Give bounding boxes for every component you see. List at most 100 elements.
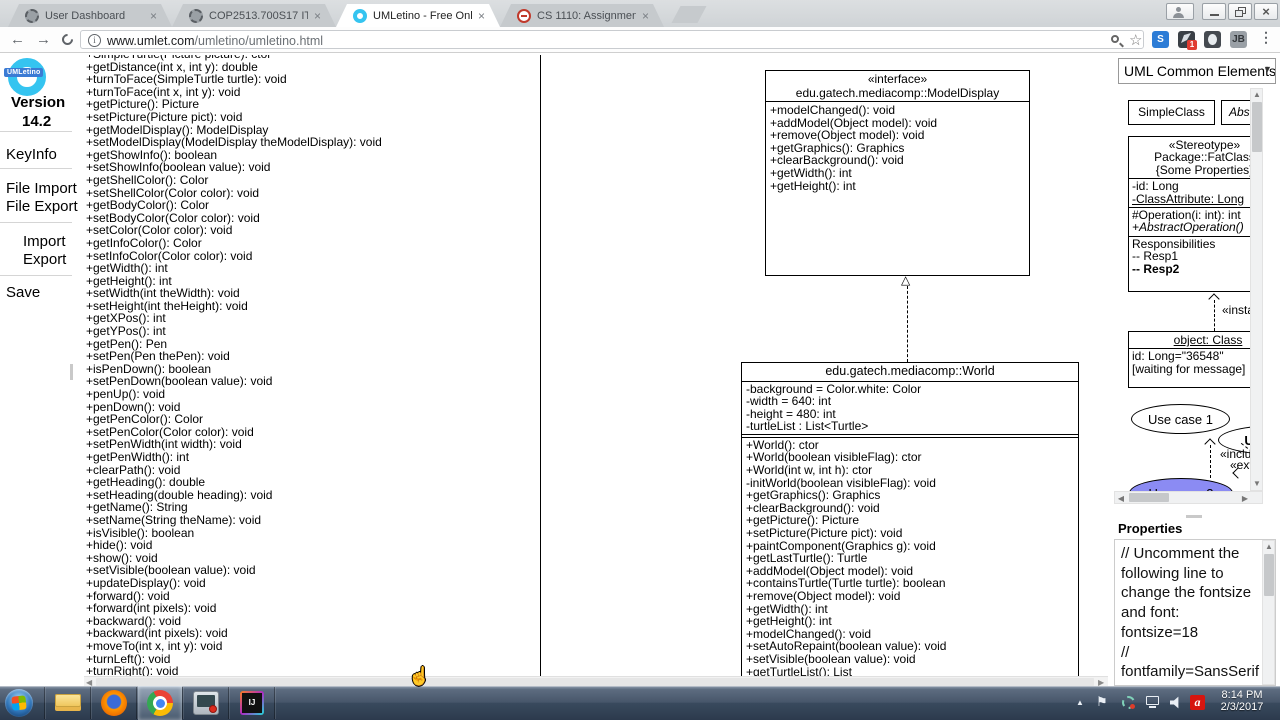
panel-splitter-handle[interactable] xyxy=(1186,515,1202,518)
taskbar-explorer[interactable] xyxy=(46,686,90,720)
sidebar-splitter-handle[interactable] xyxy=(70,364,73,380)
url-domain: www.umlet.com xyxy=(107,34,195,48)
profile-button[interactable] xyxy=(1166,3,1194,20)
tab-user-dashboard[interactable]: User Dashboard × xyxy=(8,4,172,27)
sidebar-item-file-import[interactable]: File Import xyxy=(6,180,77,197)
minimize-button[interactable] xyxy=(1202,3,1226,20)
palette-vscroll-thumb[interactable] xyxy=(1252,102,1262,152)
interface-stereotype: «interface» xyxy=(867,72,928,86)
tab-close-icon[interactable]: × xyxy=(642,11,649,21)
sidebar-item-keyinfo[interactable]: KeyInfo xyxy=(6,146,57,163)
extension-oval-icon[interactable] xyxy=(1204,31,1221,48)
diagram-canvas[interactable]: +SimpleTurtle(Picture picture): ctor+get… xyxy=(84,55,1108,676)
fatclass-resp2: -- Resp2 xyxy=(1132,261,1180,276)
taskbar-firefox[interactable] xyxy=(92,686,136,720)
palette-canvas[interactable]: SimpleClass AbstractClass «Stereotype» P… xyxy=(1114,88,1263,504)
palette-hscrollbar[interactable]: ◀ ▶ xyxy=(1114,491,1263,504)
tray-clock[interactable]: 8:14 PM 2/3/2017 xyxy=(1210,689,1274,713)
world-class-box[interactable]: edu.gatech.mediacomp::World -background … xyxy=(741,362,1079,676)
scroll-up-icon[interactable]: ▲ xyxy=(1263,541,1275,553)
tab-close-icon[interactable]: × xyxy=(314,11,321,21)
person-icon xyxy=(1176,7,1181,12)
modeldisplay-interface-box[interactable]: «interface» edu.gatech.mediacomp::ModelD… xyxy=(765,70,1030,276)
uml-method-line: +getYPos(): int xyxy=(86,324,166,339)
new-tab-button[interactable] xyxy=(671,6,707,23)
chrome-menu-icon[interactable]: ⋮ xyxy=(1259,29,1273,46)
uml-method-line: +World(int w, int h): ctor xyxy=(746,463,873,478)
page-info-icon[interactable]: i xyxy=(88,34,101,47)
properties-textarea[interactable]: // Uncomment the following line to change … xyxy=(1114,539,1276,686)
fatclass-abstract-operation: +AbstractOperation() xyxy=(1132,220,1244,235)
chevron-down-icon[interactable]: ▼ xyxy=(1263,64,1272,74)
speaker-icon[interactable] xyxy=(1170,696,1179,709)
extension-jb-icon[interactable]: JB xyxy=(1230,31,1247,48)
uml-method-line: +getHeight(): int xyxy=(770,178,856,193)
tray-expand-icon[interactable]: ▲ xyxy=(1076,698,1084,707)
restore-icon xyxy=(1234,6,1246,17)
sidebar-item-export[interactable]: Export xyxy=(23,251,66,268)
sync-icon[interactable] xyxy=(1122,696,1135,709)
fatclass-resp1: -- Resp1 xyxy=(1132,249,1179,264)
tab-close-icon[interactable]: × xyxy=(478,11,485,21)
palette-simple-class[interactable]: SimpleClass xyxy=(1128,100,1215,125)
restore-button[interactable] xyxy=(1228,3,1252,20)
scroll-up-icon[interactable]: ▲ xyxy=(1251,89,1263,101)
refresh-icon[interactable] xyxy=(59,31,76,48)
tab-close-icon[interactable]: × xyxy=(150,11,157,21)
tab-cop2513[interactable]: COP2513.700S17 IT Obje × xyxy=(172,4,336,27)
bookmark-star-icon[interactable]: ☆ xyxy=(1129,31,1142,49)
network-icon[interactable] xyxy=(1146,696,1159,708)
uml-method-line: +getHeight(): int xyxy=(746,614,832,629)
extension-pen-icon[interactable]: 1 xyxy=(1178,31,1197,50)
scroll-right-icon[interactable]: ▶ xyxy=(1239,493,1251,504)
sidebar-item-import[interactable]: Import xyxy=(23,233,66,250)
uml-method-line: +turnToFace(SimpleTurtle turtle): void xyxy=(86,72,287,87)
uml-method-line: +getHeading(): double xyxy=(86,475,206,490)
scroll-left-icon[interactable]: ◀ xyxy=(1115,493,1127,504)
hscroll-thumb[interactable] xyxy=(96,678,1094,686)
object-id-line: id: Long="36548" xyxy=(1132,349,1224,364)
canvas-hscrollbar[interactable]: ◀ ▶ xyxy=(84,676,1108,687)
palette-fat-class[interactable]: «Stereotype» Package::FatClass {Some Pro… xyxy=(1128,136,1263,292)
extension-s-icon[interactable]: S xyxy=(1152,31,1169,48)
hand-cursor: ☝ xyxy=(408,666,431,686)
action-center-flag-icon[interactable]: ⚑ xyxy=(1096,694,1108,710)
url-text: www.umlet.com/umletino/umletino.html xyxy=(107,34,323,48)
palette-dropdown[interactable]: UML Common Elements xyxy=(1118,58,1276,84)
address-bar[interactable]: i www.umlet.com/umletino/umletino.html ☆ xyxy=(80,30,1144,49)
forward-icon[interactable]: → xyxy=(36,31,51,48)
interface-name: edu.gatech.mediacomp::ModelDisplay xyxy=(795,86,1000,100)
world-class-name: edu.gatech.mediacomp::World xyxy=(825,364,995,378)
sidebar-item-file-export[interactable]: File Export xyxy=(6,198,78,215)
realization-triangle-icon: △ xyxy=(901,273,911,287)
gear-favicon xyxy=(25,9,39,23)
recorder-icon xyxy=(193,691,219,715)
uml-method-line: +setPen(Pen thePen): void xyxy=(86,349,230,364)
avira-icon[interactable]: a xyxy=(1190,695,1205,710)
back-icon[interactable]: ← xyxy=(10,31,25,48)
uml-method-line: +getWidth(): int xyxy=(770,165,852,180)
taskbar-intellij[interactable]: IJ xyxy=(230,686,274,720)
palette-object-class[interactable]: object: Class id: Long="36548" [waiting … xyxy=(1128,331,1263,388)
properties-vscroll-thumb[interactable] xyxy=(1264,554,1274,596)
sidebar-item-save[interactable]: Save xyxy=(6,284,40,301)
start-button[interactable] xyxy=(5,689,33,717)
uml-method-line: +getLastTurtle(): Turtle xyxy=(746,551,868,566)
zoom-icon[interactable] xyxy=(1111,35,1119,43)
tab-cs1110[interactable]: CS 1110: Assignment 5 × xyxy=(500,4,664,27)
taskbar-chrome-active[interactable] xyxy=(138,686,182,720)
taskbar-recorder[interactable] xyxy=(184,686,228,720)
uml-method-line: +forward(int pixels): void xyxy=(86,601,217,616)
properties-vscrollbar[interactable]: ▲ xyxy=(1262,540,1275,685)
extension-badge: 1 xyxy=(1187,40,1197,50)
properties-lines: // Uncomment the following line to change … xyxy=(1121,544,1275,682)
palette-use-case-1[interactable]: Use case 1 xyxy=(1131,404,1230,434)
close-button[interactable]: × xyxy=(1254,3,1278,20)
palette-hscroll-thumb[interactable] xyxy=(1129,493,1169,502)
simpleturtle-class-right-border xyxy=(540,55,541,676)
palette-vscrollbar[interactable]: ▲ ▼ xyxy=(1250,88,1263,491)
tab-umletino-active[interactable]: UMLetino - Free Online U × xyxy=(336,4,500,27)
uml-method-line: +getInfoColor(): Color xyxy=(86,235,202,250)
tab-title: User Dashboard xyxy=(45,9,126,22)
scroll-down-icon[interactable]: ▼ xyxy=(1251,478,1263,490)
